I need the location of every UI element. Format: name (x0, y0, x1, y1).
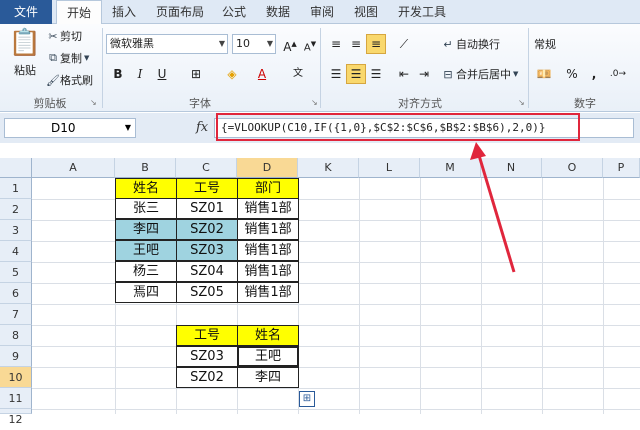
annotation-arrow (470, 142, 516, 273)
arrow-shaft (476, 151, 516, 273)
arrow-head (470, 142, 486, 160)
